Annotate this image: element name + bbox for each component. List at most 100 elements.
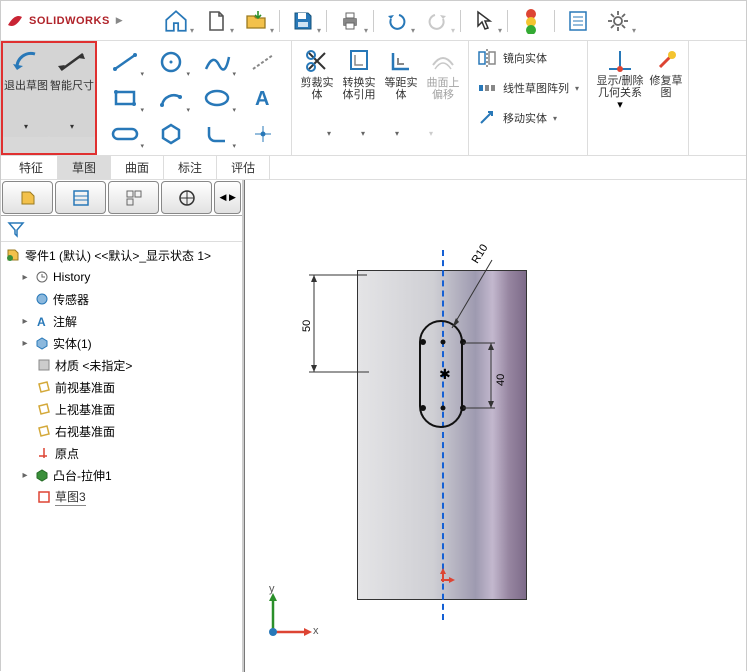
exit-sketch-button[interactable]: 退出草图 ▾ <box>3 43 49 137</box>
ribbon: 退出草图 ▾ 智能尺寸 ▾ ▾ ▾ ▾ ▾ ▾ ▾ A ▾ ▾ <box>1 41 746 156</box>
relations-group: 显示/删除几何关系 ▾ 修复草图 <box>588 41 689 155</box>
tree-extrude[interactable]: ▸凸台-拉伸1 <box>1 464 242 486</box>
repair-label: 修复草图 <box>648 75 684 99</box>
offset-entities-button[interactable]: 等距实体 <box>380 43 422 123</box>
onsurface-label: 曲面上偏移 <box>422 77 464 101</box>
chevron-down-icon: ▾ <box>429 129 433 138</box>
open-button[interactable]: ▾ <box>237 4 275 38</box>
tree-top-plane[interactable]: 上视基准面 <box>1 398 242 420</box>
tree-annotations[interactable]: ▸A注解 <box>1 310 242 332</box>
display-relations-button[interactable]: 显示/删除几何关系 ▾ <box>592 43 648 137</box>
chevron-down-icon[interactable]: ▾ <box>327 129 331 138</box>
ellipse-tool[interactable]: ▾ <box>195 81 239 115</box>
tab-sketch[interactable]: 草图 <box>58 156 111 179</box>
chevron-down-icon[interactable]: ▾ <box>553 114 557 123</box>
app-name: SOLIDWORKS <box>29 15 110 27</box>
tab-evaluate[interactable]: 评估 <box>217 156 270 179</box>
solidworks-logo-icon <box>5 11 25 31</box>
linear-pattern-button[interactable]: 线性草图阵列 ▾ <box>473 73 583 103</box>
property-manager-tab[interactable] <box>55 181 106 214</box>
feature-manager-panel: ◀ ▶ 零件1 (默认) <<默认>_显示状态 1> ▸History 传感器 … <box>1 180 245 672</box>
options-button[interactable]: ▾ <box>599 4 637 38</box>
select-button[interactable]: ▾ <box>465 4 503 38</box>
tree-sketch3[interactable]: 草图3 <box>1 486 242 508</box>
modify-group: 剪裁实体 转换实体引用 等距实体 曲面上偏移 ▾ ▾ ▾ ▾ <box>292 41 469 155</box>
sketch-origin-icon <box>431 568 455 592</box>
save-button[interactable]: ▾ <box>284 4 322 38</box>
tree-bodies[interactable]: ▸实体(1) <box>1 332 242 354</box>
mirror-label: 镜向实体 <box>503 50 547 66</box>
new-button[interactable]: ▾ <box>197 4 235 38</box>
line-tool[interactable]: ▾ <box>103 45 147 79</box>
linear-pattern-label: 线性草图阵列 <box>503 80 569 96</box>
polygon-tool[interactable] <box>149 117 193 151</box>
tree-front-plane[interactable]: 前视基准面 <box>1 376 242 398</box>
tree-material[interactable]: 材质 <未指定> <box>1 354 242 376</box>
chevron-right-icon[interactable]: ▶ <box>116 15 123 26</box>
chevron-down-icon[interactable]: ▾ <box>617 99 623 111</box>
dimension-40[interactable]: 40 <box>463 338 503 408</box>
title-bar: SOLIDWORKS ▶ ▾ ▾ ▾ ▾ ▾ ▾ ▾ ▾ ▾ <box>1 1 746 41</box>
view-triad[interactable]: y x <box>263 587 323 652</box>
sketch-tools-group: ▾ ▾ ▾ ▾ ▾ ▾ A ▾ ▾ <box>97 41 292 155</box>
tree-origin[interactable]: 原点 <box>1 442 242 464</box>
chevron-down-icon[interactable]: ▾ <box>395 129 399 138</box>
redo-button: ▾ <box>418 4 456 38</box>
point-tool[interactable] <box>241 117 285 151</box>
smart-dimension-button[interactable]: 智能尺寸 ▾ <box>49 43 95 137</box>
tab-annotate[interactable]: 标注 <box>164 156 217 179</box>
ribbon-tabs: 特征 草图 曲面 标注 评估 <box>1 156 746 180</box>
mirror-button[interactable]: 镜向实体 <box>473 43 551 73</box>
centerline <box>442 250 444 620</box>
chevron-down-icon[interactable]: ▾ <box>361 129 365 138</box>
smart-dim-label: 智能尺寸 <box>50 80 94 93</box>
graphics-area[interactable]: ✱ 50 40 R10 y x <box>245 180 746 672</box>
chevron-down-icon[interactable]: ▾ <box>70 122 74 132</box>
repair-sketch-button[interactable]: 修复草图 <box>648 43 684 137</box>
x-axis-label: x <box>313 625 319 637</box>
feature-tree-tab[interactable] <box>2 181 53 214</box>
circle-tool[interactable]: ▾ <box>149 45 193 79</box>
move-label: 移动实体 <box>503 110 547 126</box>
configuration-manager-tab[interactable] <box>108 181 159 214</box>
spline-tool[interactable]: ▾ <box>195 45 239 79</box>
undo-button[interactable]: ▾ <box>378 4 416 38</box>
tab-surface[interactable]: 曲面 <box>111 156 164 179</box>
chevron-down-icon[interactable]: ▾ <box>24 122 28 132</box>
convert-label: 转换实体引用 <box>338 77 380 101</box>
slot-tool[interactable]: ▾ <box>103 117 147 151</box>
trim-button[interactable]: 剪裁实体 <box>296 43 338 123</box>
feature-tree: 零件1 (默认) <<默认>_显示状态 1> ▸History 传感器 ▸A注解… <box>1 242 242 672</box>
chevron-down-icon[interactable]: ▾ <box>575 84 579 93</box>
panel-tabs: ◀ ▶ <box>1 180 242 216</box>
dimension-50[interactable]: 50 <box>299 270 359 372</box>
document-properties-button[interactable] <box>559 4 597 38</box>
display-relations-label: 显示/删除几何关系 <box>592 75 648 99</box>
convert-entities-button[interactable]: 转换实体引用 <box>338 43 380 123</box>
home-button[interactable]: ▾ <box>157 4 195 38</box>
y-axis-label: y <box>269 583 275 595</box>
main-area: ◀ ▶ 零件1 (默认) <<默认>_显示状态 1> ▸History 传感器 … <box>1 180 746 672</box>
filter-icon[interactable] <box>7 220 25 238</box>
tree-history[interactable]: ▸History <box>1 266 242 288</box>
app-logo: SOLIDWORKS ▶ <box>5 11 155 31</box>
offset-label: 等距实体 <box>380 77 422 101</box>
arc-tool[interactable]: ▾ <box>149 81 193 115</box>
tree-root[interactable]: 零件1 (默认) <<默认>_显示状态 1> <box>1 244 242 266</box>
move-entities-button[interactable]: 移动实体 ▾ <box>473 103 561 133</box>
text-tool[interactable]: A <box>241 81 285 115</box>
tab-feature[interactable]: 特征 <box>5 156 58 179</box>
rebuild-button[interactable] <box>512 4 550 38</box>
dimension-r10[interactable]: R10 <box>450 252 510 337</box>
tree-sensors[interactable]: 传感器 <box>1 288 242 310</box>
exit-sketch-label: 退出草图 <box>4 80 48 93</box>
tree-right-plane[interactable]: 右视基准面 <box>1 420 242 442</box>
panel-overflow[interactable]: ◀ ▶ <box>214 181 241 214</box>
dimxpert-tab[interactable] <box>161 181 212 214</box>
svg-text:A: A <box>37 315 46 328</box>
rectangle-tool[interactable]: ▾ <box>103 81 147 115</box>
fillet-tool[interactable]: ▾ <box>195 117 239 151</box>
construction-line-tool[interactable] <box>241 45 285 79</box>
print-button[interactable]: ▾ <box>331 4 369 38</box>
svg-text:✱: ✱ <box>439 366 451 382</box>
